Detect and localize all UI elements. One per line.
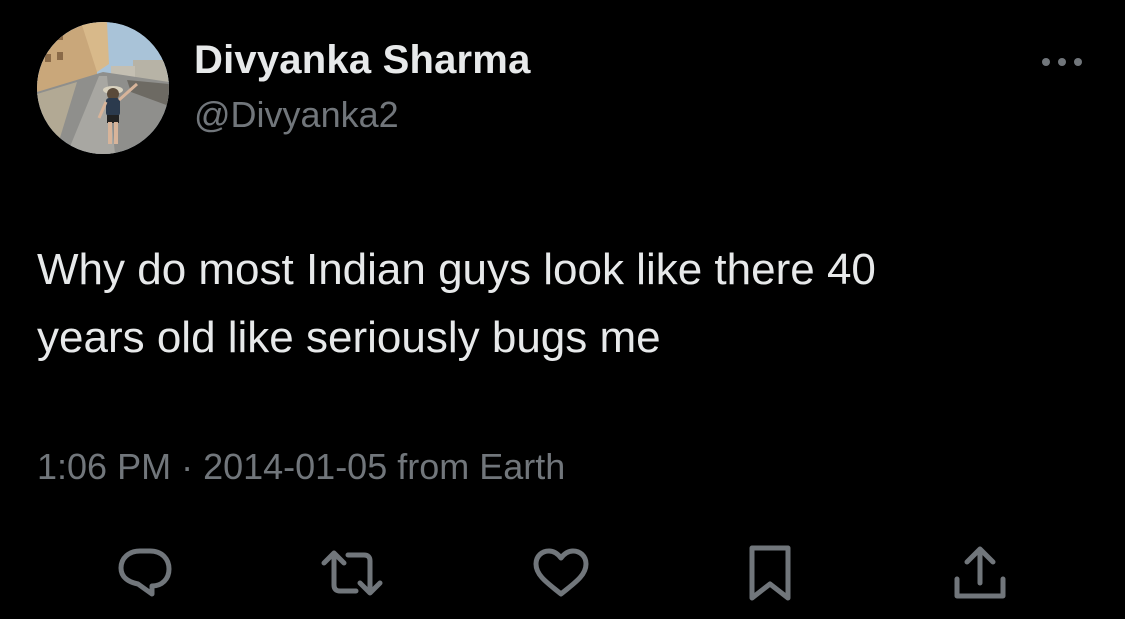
tweet-source: from Earth <box>397 446 566 487</box>
action-bar <box>0 538 1125 608</box>
tweet-date[interactable]: 2014-01-05 <box>203 446 387 487</box>
meta-separator: · <box>181 446 194 487</box>
tweet-time[interactable]: 1:06 PM <box>37 446 171 487</box>
tweet-text-line: years old like seriously bugs me <box>37 313 661 362</box>
reply-button[interactable] <box>110 538 180 608</box>
bookmark-button[interactable] <box>735 538 805 608</box>
tweet-card: Divyanka Sharma @Divyanka2 Why do most I… <box>0 0 1125 619</box>
avatar[interactable] <box>37 22 169 154</box>
like-button[interactable] <box>526 538 596 608</box>
reply-icon <box>118 548 172 597</box>
avatar-photo <box>37 22 169 154</box>
user-handle[interactable]: @Divyanka2 <box>194 94 399 136</box>
share-icon <box>954 546 1006 599</box>
tweet-text: Why do most Indian guys look like there … <box>37 236 1087 372</box>
display-name[interactable]: Divyanka Sharma <box>194 38 531 83</box>
heart-icon <box>533 548 589 597</box>
bookmark-icon <box>749 545 791 601</box>
more-options-button[interactable] <box>1036 40 1088 84</box>
retweet-button[interactable] <box>317 538 387 608</box>
share-button[interactable] <box>945 538 1015 608</box>
retweet-icon <box>321 550 383 596</box>
tweet-metadata: 1:06 PM · 2014-01-05 from Earth <box>37 446 565 488</box>
tweet-text-line: Why do most Indian guys look like there … <box>37 245 876 294</box>
more-horizontal-icon <box>1042 58 1082 66</box>
